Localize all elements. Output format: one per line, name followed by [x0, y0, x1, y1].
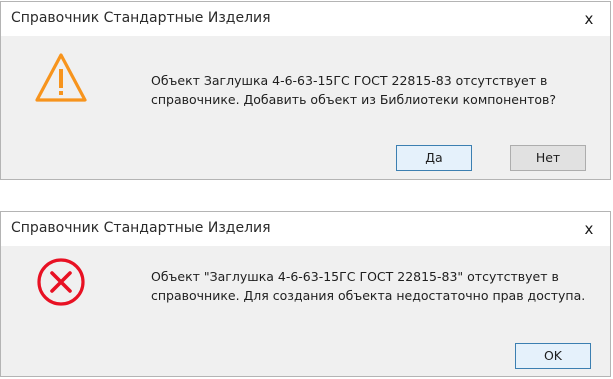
message-line: Объект Заглушка 4-6-63-15ГС ГОСТ 22815-8…: [151, 73, 548, 88]
warning-icon: [35, 53, 87, 102]
close-icon[interactable]: x: [580, 10, 598, 28]
ok-button[interactable]: OK: [515, 343, 591, 369]
message-line: справочнике. Для создания объекта недост…: [151, 288, 586, 303]
dialog-message: Объект Заглушка 4-6-63-15ГС ГОСТ 22815-8…: [151, 71, 596, 109]
close-icon[interactable]: x: [580, 220, 598, 238]
yes-button[interactable]: Да: [396, 145, 472, 171]
message-line: Объект "Заглушка 4-6-63-15ГС ГОСТ 22815-…: [151, 269, 559, 284]
dialog-titlebar[interactable]: Справочник Стандартные Изделия x: [1, 2, 610, 36]
dialog-title: Справочник Стандартные Изделия: [11, 10, 271, 26]
no-button[interactable]: Нет: [510, 145, 586, 171]
warning-dialog: Справочник Стандартные Изделия x Объект …: [0, 1, 611, 180]
dialog-titlebar[interactable]: Справочник Стандартные Изделия x: [1, 212, 610, 246]
error-icon: [37, 258, 85, 306]
dialog-message: Объект "Заглушка 4-6-63-15ГС ГОСТ 22815-…: [151, 267, 596, 305]
dialog-title: Справочник Стандартные Изделия: [11, 220, 271, 236]
error-dialog: Справочник Стандартные Изделия x Объект …: [0, 211, 611, 377]
message-line: справочнике. Добавить объект из Библиоте…: [151, 92, 557, 107]
